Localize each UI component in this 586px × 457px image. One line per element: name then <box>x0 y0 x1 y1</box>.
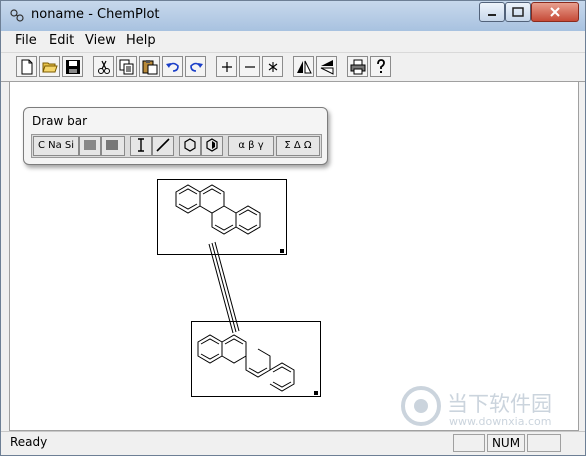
watermark: 当下软件园 www.downxia.com <box>401 386 581 432</box>
watermark-logo-icon <box>401 386 441 426</box>
status-bar: Ready NUM <box>1 431 585 454</box>
status-panel-caps <box>453 434 485 452</box>
app-window: noname - ChemPlot File Edit View Help Dr… <box>0 0 586 456</box>
status-panel-num: NUM <box>487 434 525 452</box>
watermark-url: www.downxia.com <box>449 415 552 428</box>
status-message: Ready <box>10 435 48 449</box>
status-panel-scroll <box>527 434 561 452</box>
watermark-text: 当下软件园 <box>447 392 552 416</box>
